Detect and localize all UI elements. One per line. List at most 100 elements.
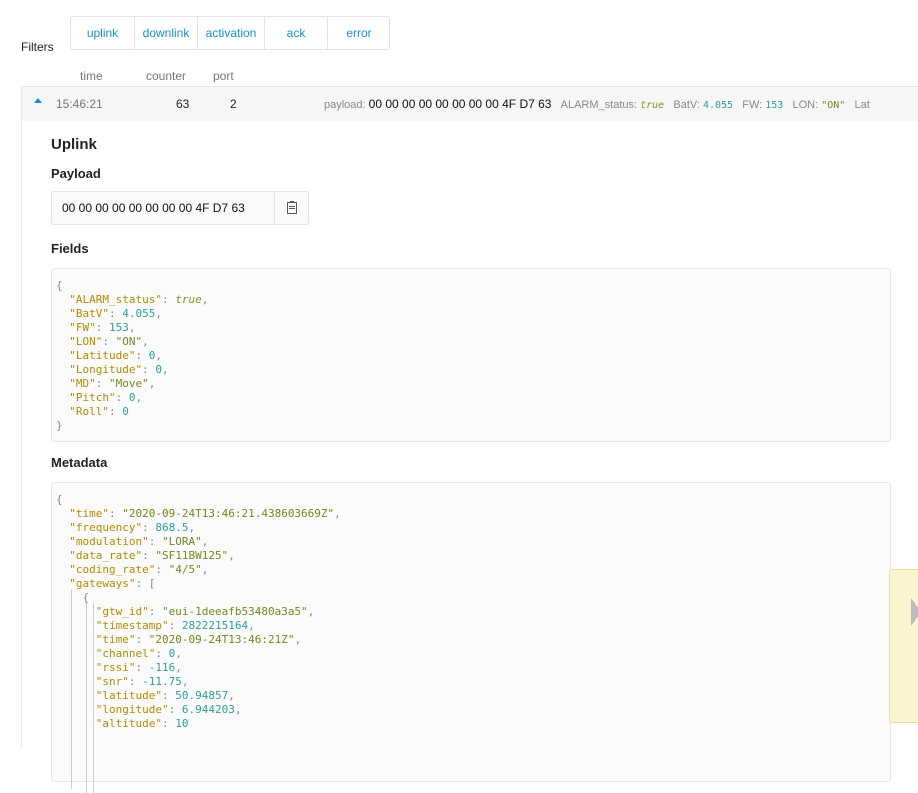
side-panel-toggle[interactable] — [889, 569, 918, 723]
message-port: 2 — [230, 97, 237, 111]
json-value: -116 — [148, 661, 176, 674]
message-counter: 63 — [176, 97, 190, 111]
json-comma: , — [228, 549, 235, 562]
json-line: "snr": -11.75, — [56, 675, 341, 689]
metadata-heading: Metadata — [51, 455, 108, 470]
inline-payload-key: payload: — [324, 99, 366, 111]
inline-lat-key: Lat — [854, 99, 870, 111]
json-key: "channel" — [95, 647, 156, 660]
fields-json: { "ALARM_status": true, "BatV": 4.055, "… — [56, 279, 208, 433]
json-line: "rssi": -116, — [56, 661, 341, 675]
json-comma: , — [234, 703, 242, 716]
json-colon: : — [95, 377, 109, 390]
json-brace: } — [56, 419, 63, 432]
json-key: "FW" — [69, 321, 96, 334]
json-colon: : — [148, 605, 162, 618]
json-value: 2822215164 — [181, 619, 249, 632]
json-value: "2020-09-24T13:46:21.438603669Z" — [122, 507, 335, 520]
json-brace: { — [56, 279, 63, 292]
json-key: "latitude" — [95, 689, 162, 702]
json-line: "modulation": "LORA", — [56, 535, 341, 549]
json-line: "latitude": 50.94857, — [56, 689, 341, 703]
json-value: 50.94857 — [175, 689, 229, 702]
json-line: { — [56, 279, 208, 293]
json-key: "altitude" — [95, 717, 162, 730]
json-key: "modulation" — [69, 535, 149, 548]
json-key: "MD" — [69, 377, 96, 390]
json-comma: , — [135, 391, 143, 404]
json-value: "LORA" — [161, 535, 202, 548]
json-comma: , — [155, 307, 162, 320]
json-line: "coding_rate": "4/5", — [56, 563, 341, 577]
column-header-counter: counter — [146, 69, 187, 83]
json-colon: : — [135, 577, 149, 590]
json-colon: : — [142, 549, 156, 562]
json-colon: : — [109, 507, 123, 520]
json-colon: : — [109, 307, 123, 320]
json-colon: : — [135, 661, 149, 674]
json-value: true — [175, 293, 202, 306]
copy-payload-button[interactable] — [274, 192, 308, 224]
json-key: "BatV" — [69, 307, 109, 320]
filter-bar: uplink downlink activation ack error — [70, 16, 390, 50]
json-colon: : — [95, 321, 109, 334]
json-line: "time": "2020-09-24T13:46:21.438603669Z"… — [56, 507, 341, 521]
filters-label: Filters — [21, 40, 54, 54]
json-key: "longitude" — [95, 703, 169, 716]
filter-error-button[interactable]: error — [328, 17, 390, 49]
message-inline-summary: payload: 00 00 00 00 00 00 00 00 4F D7 6… — [324, 97, 870, 111]
json-value: "eui-1deeafb53480a3a5" — [161, 605, 308, 618]
inline-fw-value: 153 — [765, 100, 784, 111]
json-comma: , — [161, 363, 169, 376]
payload-field[interactable]: 00 00 00 00 00 00 00 00 4F D7 63 — [51, 191, 309, 225]
filter-uplink-button[interactable]: uplink — [71, 17, 135, 49]
filter-downlink-button[interactable]: downlink — [135, 17, 198, 49]
json-comma: , — [201, 563, 209, 576]
json-value: 4.055 — [122, 307, 156, 320]
json-key: "LON" — [69, 335, 103, 348]
message-row[interactable]: 15:46:21 63 2 payload: 00 00 00 00 00 00… — [22, 87, 918, 121]
json-comma: , — [148, 377, 156, 390]
json-comma: , — [181, 675, 189, 688]
json-comma: , — [175, 661, 182, 674]
filter-activation-button[interactable]: activation — [198, 17, 265, 49]
json-value: 153 — [109, 321, 129, 334]
json-value: 868.5 — [155, 521, 189, 534]
json-value: "4/5" — [168, 563, 202, 576]
json-key: "gateways" — [69, 577, 136, 590]
fields-json-box: { "ALARM_status": true, "BatV": 4.055, "… — [51, 268, 891, 442]
json-colon: : — [135, 349, 149, 362]
json-line: "ALARM_status": true, — [56, 293, 208, 307]
json-value: "2020-09-24T13:46:21Z" — [148, 633, 295, 646]
json-colon: : — [102, 335, 116, 348]
json-comma: , — [294, 633, 302, 646]
inline-batv-key: BatV: — [673, 99, 700, 111]
json-colon: : — [168, 619, 182, 632]
json-key: "time" — [95, 633, 136, 646]
inline-lon-key: LON: — [792, 99, 819, 111]
json-value: "SF11BW125" — [155, 549, 229, 562]
json-key: "Latitude" — [69, 349, 136, 362]
metadata-json: { "time": "2020-09-24T13:46:21.438603669… — [56, 493, 341, 731]
metadata-json-box: { "time": "2020-09-24T13:46:21.438603669… — [51, 482, 891, 793]
json-key: "time" — [69, 507, 109, 520]
json-brace: { — [56, 493, 63, 506]
json-key: "timestamp" — [95, 619, 169, 632]
json-comma: , — [248, 619, 255, 632]
inline-lon-value: "ON" — [821, 100, 846, 111]
json-colon: : — [155, 647, 169, 660]
detail-title: Uplink — [51, 136, 97, 153]
collapse-caret-icon[interactable] — [34, 98, 42, 103]
filter-ack-button[interactable]: ack — [265, 17, 328, 49]
inline-fw-key: FW: — [742, 99, 763, 111]
clipboard-icon — [286, 201, 297, 214]
json-key: "data_rate" — [69, 549, 143, 562]
json-line: "MD": "Move", — [56, 377, 208, 391]
json-line: "longitude": 6.944203, — [56, 703, 341, 717]
json-colon: : — [168, 703, 182, 716]
json-value: "ON" — [115, 335, 143, 348]
json-line: "altitude": 10 — [56, 717, 341, 731]
json-line: { — [56, 493, 341, 507]
json-line: "gtw_id": "eui-1deeafb53480a3a5", — [56, 605, 341, 619]
json-colon: : — [161, 293, 176, 306]
